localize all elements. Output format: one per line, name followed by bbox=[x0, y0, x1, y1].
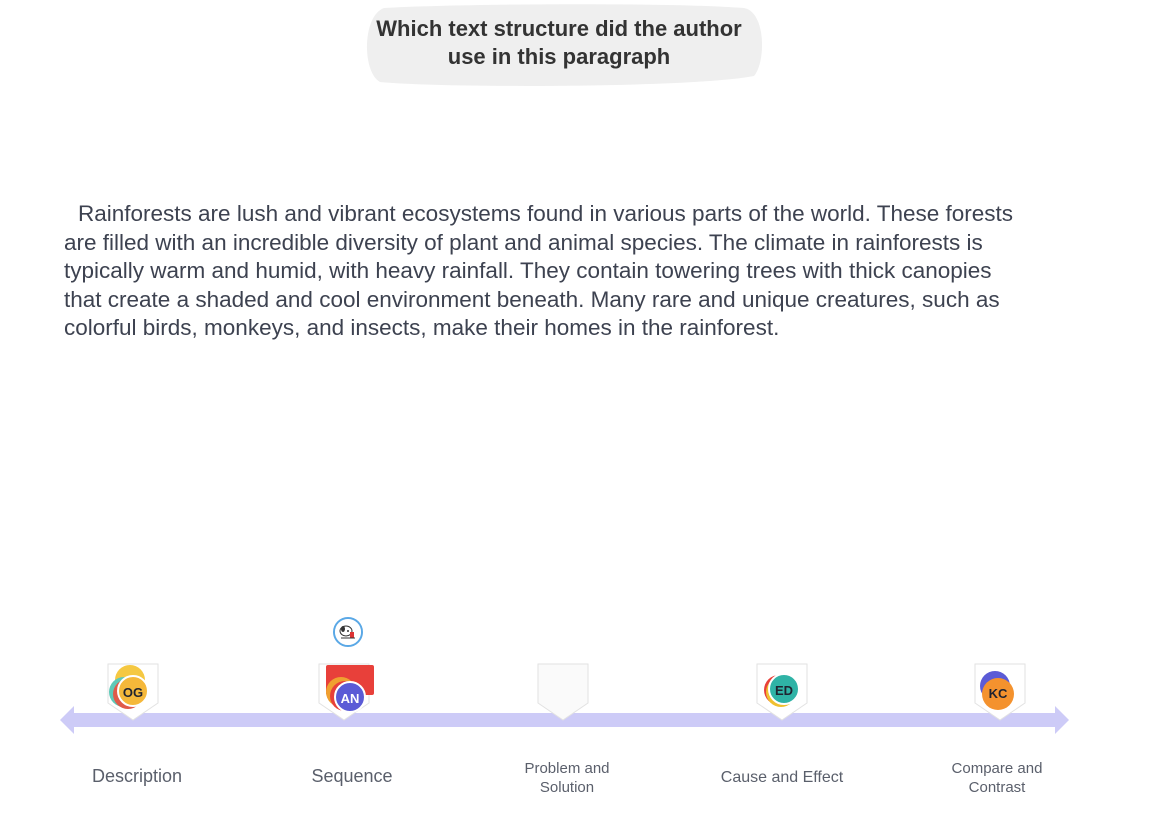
avatar-ed[interactable]: ED bbox=[768, 673, 800, 705]
timeline-right-arrow-icon bbox=[1055, 706, 1069, 734]
question-title: Which text structure did the author use … bbox=[376, 16, 742, 69]
question-title-bubble: Which text structure did the author use … bbox=[362, 2, 766, 88]
avatar-og[interactable]: OG bbox=[117, 675, 149, 707]
dragging-user-avatar[interactable] bbox=[333, 617, 363, 647]
option-label-cause-and-effect[interactable]: Cause and Effect bbox=[702, 768, 862, 787]
option-label-sequence[interactable]: Sequence bbox=[277, 765, 427, 787]
option-label-problem-and-solution[interactable]: Problem and Solution bbox=[497, 759, 637, 797]
avatar-an[interactable]: AN bbox=[334, 681, 366, 713]
cartoon-avatar-icon bbox=[335, 619, 361, 645]
option-slot-compare-and-contrast[interactable]: KC bbox=[974, 663, 1026, 721]
answer-timeline: OG Description AN Sequence Problem and S… bbox=[0, 600, 1155, 814]
option-label-compare-and-contrast[interactable]: Compare and Contrast bbox=[927, 759, 1067, 797]
option-slot-description[interactable]: OG bbox=[107, 663, 159, 721]
option-slot-problem-and-solution[interactable] bbox=[537, 663, 589, 721]
passage-text: Rainforests are lush and vibrant ecosyst… bbox=[64, 201, 1014, 341]
drop-marker-problem-and-solution bbox=[537, 663, 589, 721]
option-slot-sequence[interactable]: AN bbox=[318, 663, 374, 721]
option-label-description[interactable]: Description bbox=[62, 765, 212, 787]
avatar-kc[interactable]: KC bbox=[982, 678, 1014, 710]
option-slot-cause-and-effect[interactable]: ED bbox=[756, 663, 808, 721]
timeline-left-arrow-icon bbox=[60, 706, 74, 734]
